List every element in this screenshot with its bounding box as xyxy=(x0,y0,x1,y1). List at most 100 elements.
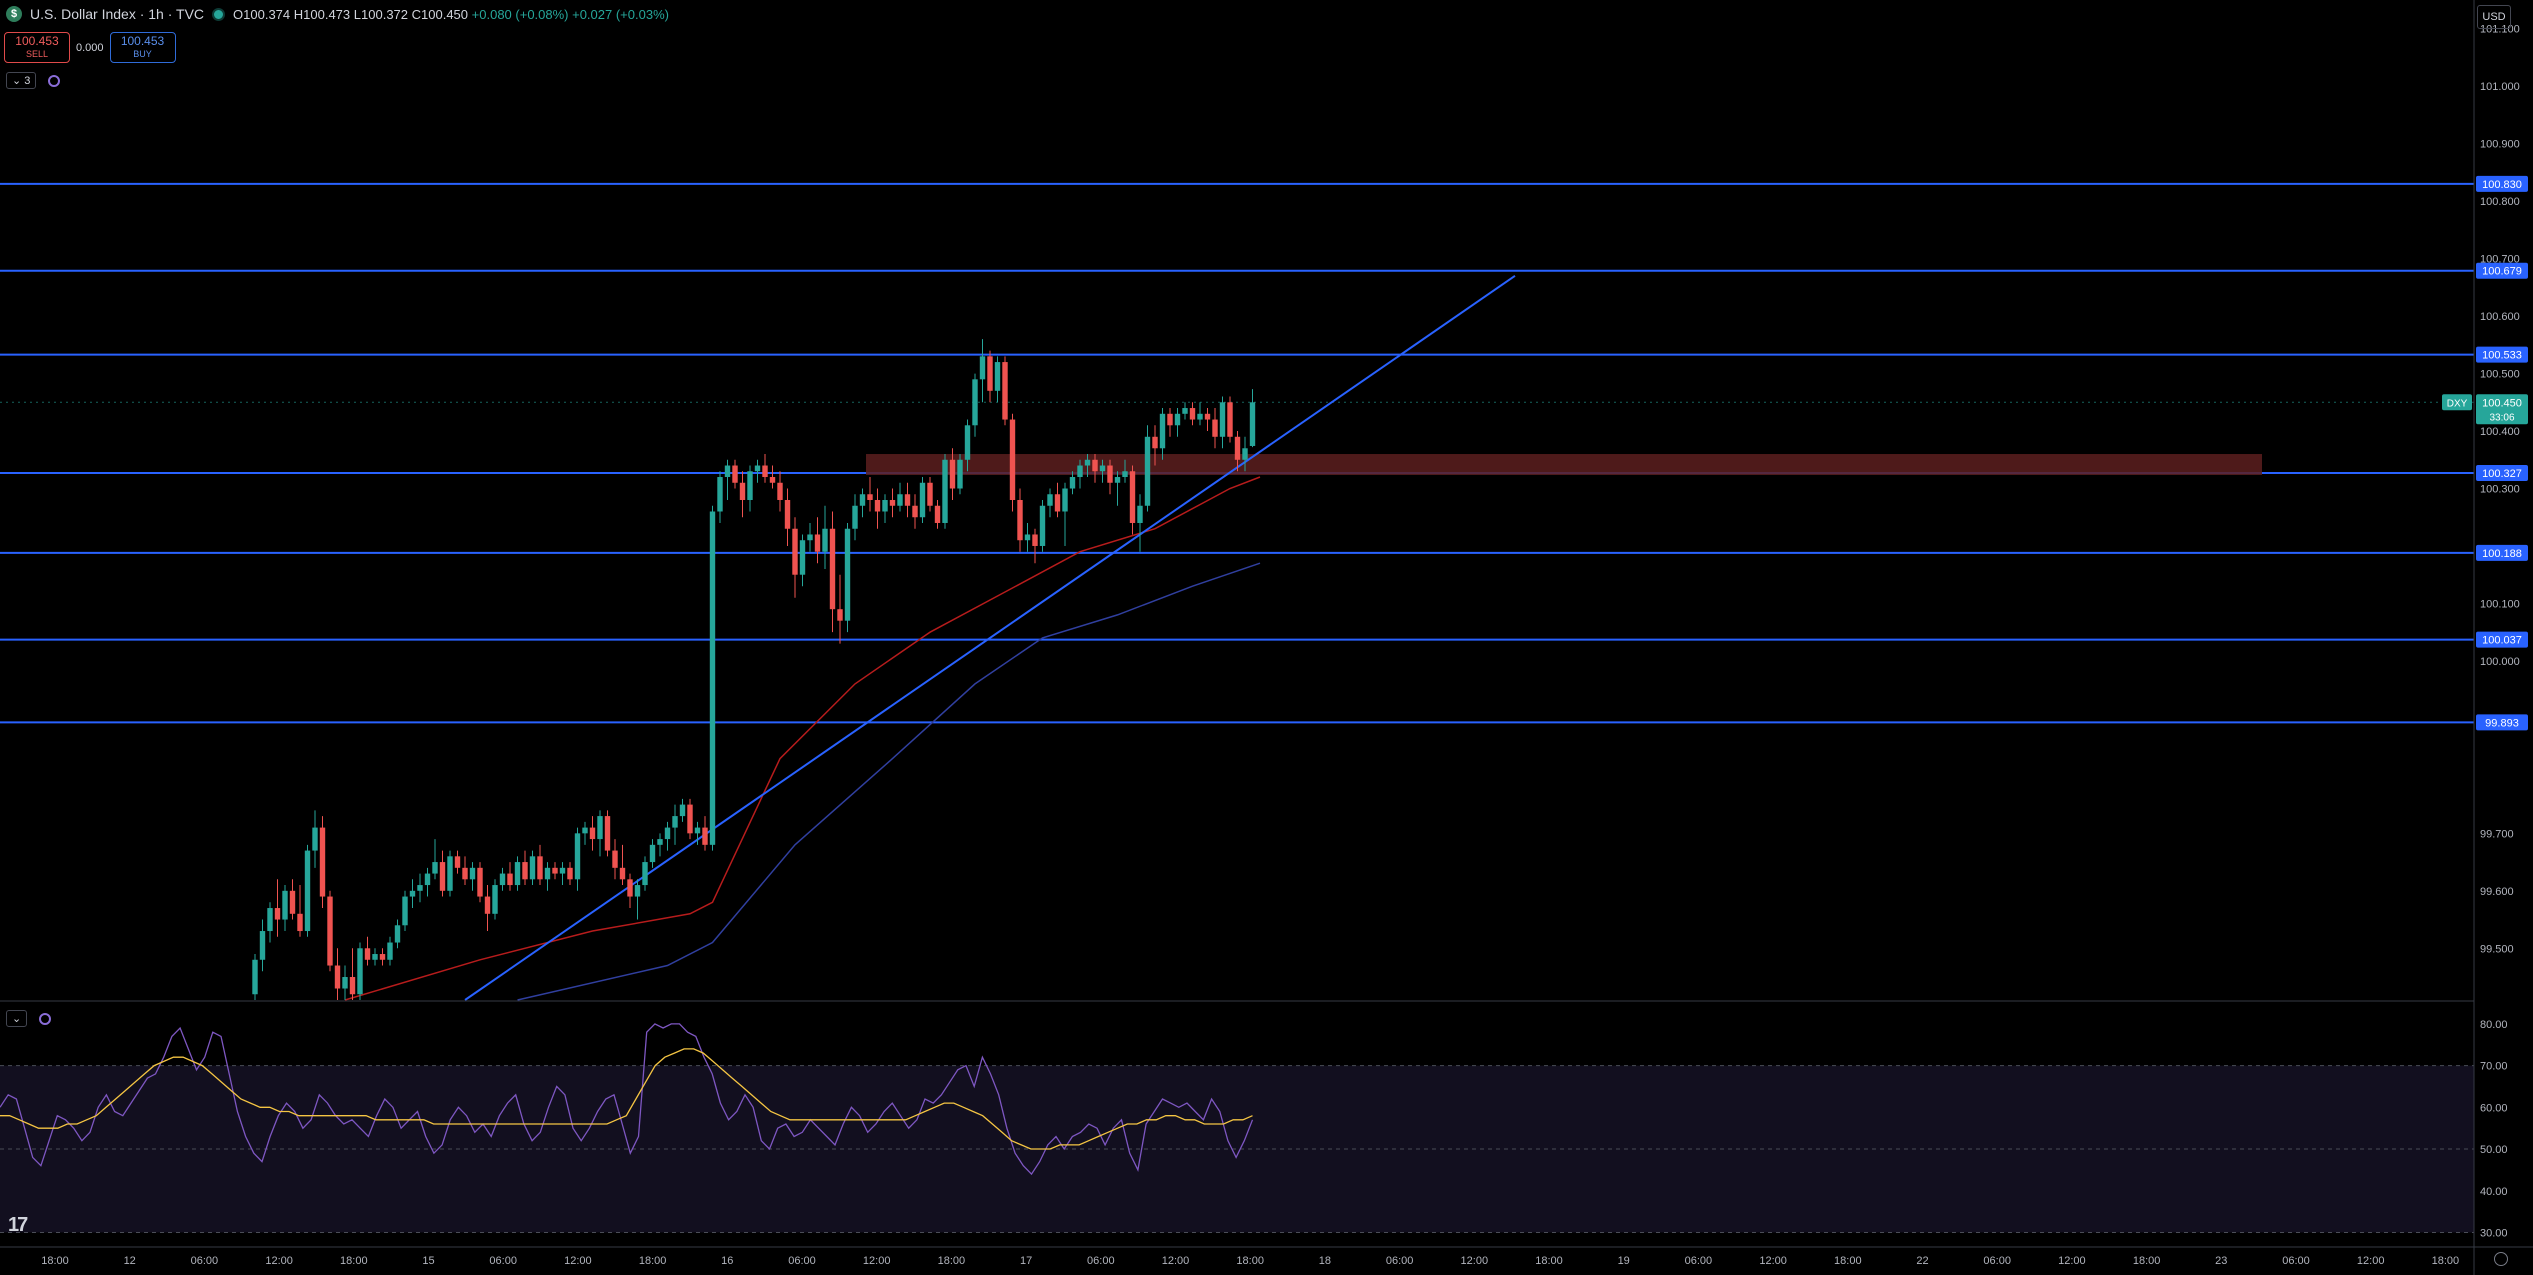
rsi-collapse-toggle[interactable]: ⌄ xyxy=(6,1010,28,1027)
candle-body xyxy=(987,356,993,391)
symbol-tag-label: DXY xyxy=(2447,398,2468,409)
candle-body xyxy=(342,977,348,989)
time-tick-label: 12:00 xyxy=(564,1255,592,1267)
candle-body xyxy=(297,913,303,932)
candle-body xyxy=(739,482,746,500)
indicators-toggle[interactable]: ⌄ 3 xyxy=(6,72,37,89)
price-chart[interactable]: 101.100101.000100.900100.800100.700100.6… xyxy=(0,0,2533,1275)
time-tick-label: 18:00 xyxy=(2133,1255,2161,1267)
candle-body xyxy=(514,862,521,886)
candle-body xyxy=(859,494,866,506)
candle-body xyxy=(1219,402,1226,437)
candle-body xyxy=(717,477,723,512)
indicator-count: 3 xyxy=(24,75,31,87)
indicator-toolbar: ⌄ 3 xyxy=(6,72,61,89)
buy-button[interactable]: 100.453 BUY xyxy=(109,32,176,63)
time-tick-label: 19 xyxy=(1618,1255,1630,1267)
candle-body xyxy=(312,827,318,851)
candle-body xyxy=(1129,471,1136,523)
candle-body xyxy=(927,482,933,506)
candle-body xyxy=(477,867,483,897)
rsi-tick-label: 70.00 xyxy=(2480,1061,2508,1073)
candle-body xyxy=(724,465,731,478)
candle-body xyxy=(1069,477,1076,489)
candle-body xyxy=(364,948,371,960)
time-tick-label: 12:00 xyxy=(2357,1255,2385,1267)
time-tick-label: 18:00 xyxy=(1834,1255,1862,1267)
rsi-tick-label: 80.00 xyxy=(2480,1019,2508,1031)
price-tick-label: 100.300 xyxy=(2480,484,2520,496)
buy-price: 100.453 xyxy=(120,34,165,49)
candle-body xyxy=(942,459,948,523)
sell-button[interactable]: 100.453 SELL xyxy=(4,32,70,63)
candle-body xyxy=(357,948,363,995)
candle-body xyxy=(454,856,461,868)
sell-label: SELL xyxy=(25,49,49,60)
price-tick-label: 100.600 xyxy=(2480,311,2520,323)
loading-icon[interactable] xyxy=(48,74,61,87)
candle-body xyxy=(1047,494,1053,506)
candle-body xyxy=(822,528,828,552)
candle-body xyxy=(304,850,311,932)
candle-body xyxy=(289,890,296,914)
price-tick-label: 99.700 xyxy=(2480,828,2514,840)
candle-body xyxy=(1152,436,1158,449)
candle-body xyxy=(709,511,716,845)
price-tick-label: 100.900 xyxy=(2480,139,2520,151)
level-price-label: 100.327 xyxy=(2482,468,2522,480)
candle-body xyxy=(439,862,446,891)
countdown-label: 33:06 xyxy=(2489,412,2514,423)
currency-selector[interactable]: USD xyxy=(2477,5,2511,29)
candle-body xyxy=(919,482,926,518)
candle-body xyxy=(1017,500,1023,541)
candle-body xyxy=(604,816,611,851)
candle-body xyxy=(649,844,656,863)
candle-body xyxy=(1084,459,1091,466)
candle-body xyxy=(372,954,378,960)
candle-body xyxy=(417,885,423,891)
candle-body xyxy=(1107,465,1113,483)
candle-body xyxy=(259,931,266,960)
candle-body xyxy=(1204,413,1211,420)
candle-body xyxy=(469,867,476,880)
candle-body xyxy=(1077,465,1083,478)
time-tick-label: 12:00 xyxy=(1461,1255,1489,1267)
candle-body xyxy=(837,609,843,621)
time-tick-label: 06:00 xyxy=(489,1255,517,1267)
close-value: C100.450 xyxy=(411,6,469,22)
candle-body xyxy=(642,862,648,886)
market-status-icon[interactable] xyxy=(212,7,226,21)
settings-icon[interactable] xyxy=(2494,1252,2508,1266)
candle-body xyxy=(1189,408,1196,420)
low-value: L100.372 xyxy=(353,6,409,22)
level-price-label: 99.893 xyxy=(2485,717,2519,729)
candle-body xyxy=(687,804,693,834)
time-tick-label: 18:00 xyxy=(1236,1255,1264,1267)
high-value: H100.473 xyxy=(293,6,351,22)
candle-body xyxy=(387,942,393,960)
resistance-zone xyxy=(866,454,2262,475)
candle-body xyxy=(972,379,978,426)
symbol-title[interactable]: U.S. Dollar Index · 1h · TVC xyxy=(30,6,204,22)
candle-body xyxy=(522,862,528,880)
candle-body xyxy=(979,356,986,380)
candle-body xyxy=(897,494,903,506)
candle-body xyxy=(807,534,813,541)
time-tick-label: 06:00 xyxy=(1983,1255,2011,1267)
candle-body xyxy=(657,839,663,845)
time-tick-label: 16 xyxy=(721,1255,733,1267)
rsi-pane xyxy=(0,1065,2474,1233)
candle-body xyxy=(702,827,708,845)
buy-label: BUY xyxy=(133,49,152,60)
candle-body xyxy=(507,873,513,886)
time-tick-label: 15 xyxy=(422,1255,434,1267)
candle-body xyxy=(529,856,536,880)
candle-body xyxy=(792,528,798,575)
loading-icon[interactable] xyxy=(39,1012,52,1025)
change-value: +0.080 (+0.08%) +0.027 (+0.03%) xyxy=(471,6,669,22)
candle-body xyxy=(1144,436,1151,506)
tradingview-logo[interactable]: 17 xyxy=(8,1214,28,1237)
spread-value: 0.000 xyxy=(76,41,104,54)
candle-body xyxy=(1024,534,1031,541)
candle-body xyxy=(1227,402,1233,437)
